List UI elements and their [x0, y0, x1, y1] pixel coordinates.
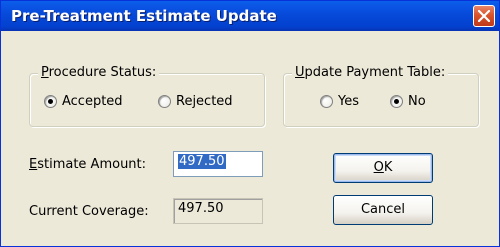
radio-yes-label: Yes: [338, 94, 359, 109]
radio-no[interactable]: No: [390, 94, 426, 109]
radio-accepted-label: Accepted: [62, 94, 123, 109]
radio-no-label: No: [408, 94, 426, 109]
estimate-amount-label: Estimate Amount:: [29, 157, 147, 172]
current-coverage-field: 497.50: [173, 198, 263, 224]
dialog-window: Pre-Treatment Estimate Update Procedure …: [0, 0, 500, 247]
ok-button[interactable]: OK: [333, 153, 433, 183]
window-title: Pre-Treatment Estimate Update: [11, 7, 277, 25]
procedure-status-legend: Procedure Status:: [38, 65, 160, 80]
radio-accepted[interactable]: Accepted: [44, 94, 123, 109]
radio-yes[interactable]: Yes: [320, 94, 359, 109]
cancel-button[interactable]: Cancel: [333, 195, 433, 225]
radio-yes-indicator[interactable]: [320, 95, 333, 108]
ok-button-label: OK: [373, 160, 393, 175]
title-bar[interactable]: Pre-Treatment Estimate Update: [1, 1, 499, 31]
update-payment-table-legend: Update Payment Table:: [292, 65, 449, 80]
update-payment-table-group: Update Payment Table: Yes No: [283, 65, 479, 127]
close-button[interactable]: [473, 5, 495, 27]
radio-rejected[interactable]: Rejected: [158, 94, 233, 109]
procedure-status-group: Procedure Status: Accepted Rejected: [29, 65, 265, 127]
radio-rejected-label: Rejected: [176, 94, 233, 109]
estimate-amount-input[interactable]: 497.50: [173, 151, 263, 177]
current-coverage-label: Current Coverage:: [29, 204, 149, 219]
close-icon: [478, 10, 490, 22]
current-coverage-value: 497.50: [178, 201, 224, 216]
radio-no-indicator[interactable]: [390, 95, 403, 108]
radio-accepted-indicator[interactable]: [44, 95, 57, 108]
radio-rejected-indicator[interactable]: [158, 95, 171, 108]
estimate-amount-value: 497.50: [178, 154, 226, 169]
